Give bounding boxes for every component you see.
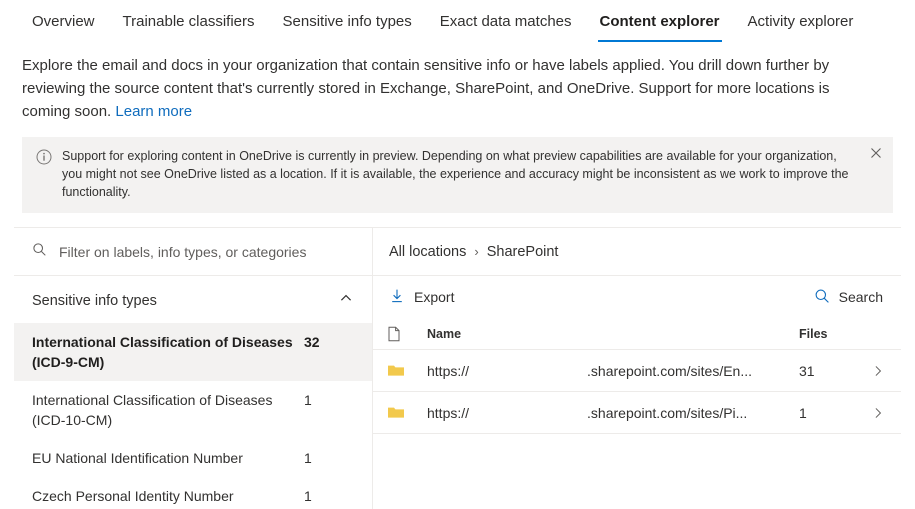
- list-item[interactable]: International Classification of Diseases…: [14, 381, 372, 439]
- sensitive-info-types-section-header[interactable]: Sensitive info types: [14, 276, 372, 323]
- list-item-label: EU National Identification Number: [32, 450, 243, 466]
- tab-activity-explorer[interactable]: Activity explorer: [734, 13, 868, 42]
- export-button[interactable]: Export: [387, 284, 456, 311]
- list-item-label: International Classification of Diseases…: [32, 334, 293, 370]
- list-item-count: 1: [304, 488, 312, 504]
- list-item-count: 1: [304, 450, 312, 466]
- list-item[interactable]: International Classification of Diseases…: [14, 323, 372, 381]
- tab-content-explorer[interactable]: Content explorer: [586, 13, 734, 42]
- page-description: Explore the email and docs in your organ…: [0, 42, 890, 123]
- list-item[interactable]: Czech Personal Identity Number 1: [14, 477, 372, 509]
- breadcrumb-separator-icon: ›: [474, 244, 479, 259]
- folder-icon: [387, 405, 427, 420]
- content-explorer-body: Sensitive info types International Class…: [14, 227, 901, 509]
- row-url-suffix: .sharepoint.com/sites/En...: [587, 362, 752, 379]
- row-url-prefix: https://: [427, 404, 470, 421]
- table-row[interactable]: https:// .sharepoint.com/sites/Pi... 1: [373, 392, 901, 434]
- breadcrumb-item-sharepoint[interactable]: SharePoint: [487, 244, 559, 260]
- row-url-suffix: .sharepoint.com/sites/Pi...: [587, 404, 748, 421]
- command-bar: Export Search: [373, 276, 901, 318]
- list-item[interactable]: EU National Identification Number 1: [14, 439, 372, 477]
- breadcrumb: All locations › SharePoint: [373, 228, 901, 276]
- table-header-row: Name Files: [373, 318, 901, 350]
- row-files-count: 31: [799, 362, 815, 379]
- document-icon: [387, 326, 427, 342]
- close-icon[interactable]: [868, 145, 884, 161]
- message-bar-text: Support for exploring content in OneDriv…: [62, 149, 849, 199]
- preview-message-bar: Support for exploring content in OneDriv…: [22, 137, 893, 213]
- list-item-label: Czech Personal Identity Number: [32, 488, 234, 504]
- chevron-right-icon[interactable]: [861, 364, 885, 378]
- chevron-up-icon[interactable]: [338, 290, 354, 311]
- list-item-label: International Classification of Diseases…: [32, 392, 273, 428]
- column-header-name[interactable]: Name: [427, 327, 799, 341]
- tab-label: Activity explorer: [747, 13, 854, 30]
- tab-sensitive-info-types[interactable]: Sensitive info types: [269, 13, 426, 42]
- breadcrumb-item-all-locations[interactable]: All locations: [389, 244, 466, 260]
- list-item-count: 1: [304, 392, 312, 408]
- chevron-right-icon[interactable]: [861, 406, 885, 420]
- export-label: Export: [414, 289, 455, 305]
- folder-icon: [387, 363, 427, 378]
- tab-overview[interactable]: Overview: [18, 13, 109, 42]
- tab-label: Exact data matches: [439, 13, 572, 30]
- search-label: Search: [838, 289, 883, 305]
- learn-more-link[interactable]: Learn more: [115, 103, 192, 120]
- locations-pane: All locations › SharePoint Export Search…: [373, 228, 901, 509]
- info-icon: [36, 149, 52, 165]
- tab-label: Content explorer: [599, 13, 720, 30]
- search-icon: [32, 242, 57, 262]
- filter-input[interactable]: [57, 242, 362, 261]
- table-row[interactable]: https:// .sharepoint.com/sites/En... 31: [373, 350, 901, 392]
- tab-trainable-classifiers[interactable]: Trainable classifiers: [109, 13, 269, 42]
- filters-pane: Sensitive info types International Class…: [14, 228, 373, 509]
- locations-table: Name Files https:// .sharepoint.com/site…: [373, 318, 901, 434]
- tab-label: Trainable classifiers: [122, 13, 255, 30]
- row-files-count: 1: [799, 404, 807, 421]
- filter-field[interactable]: [14, 228, 372, 276]
- tab-label: Overview: [32, 13, 95, 30]
- list-item-count: 32: [304, 334, 320, 350]
- download-icon: [389, 288, 405, 307]
- tab-exact-data-matches[interactable]: Exact data matches: [426, 13, 586, 42]
- section-title: Sensitive info types: [32, 292, 157, 309]
- sensitive-info-types-list: International Classification of Diseases…: [14, 323, 372, 509]
- tab-bar: Overview Trainable classifiers Sensitive…: [0, 0, 915, 42]
- tab-label: Sensitive info types: [282, 13, 412, 30]
- row-url-prefix: https://: [427, 362, 470, 379]
- column-header-files[interactable]: Files: [799, 327, 861, 341]
- search-button[interactable]: Search: [812, 284, 885, 311]
- row-name: https:// .sharepoint.com/sites/En...: [427, 363, 799, 379]
- search-icon: [814, 288, 830, 307]
- row-name: https:// .sharepoint.com/sites/Pi...: [427, 405, 799, 421]
